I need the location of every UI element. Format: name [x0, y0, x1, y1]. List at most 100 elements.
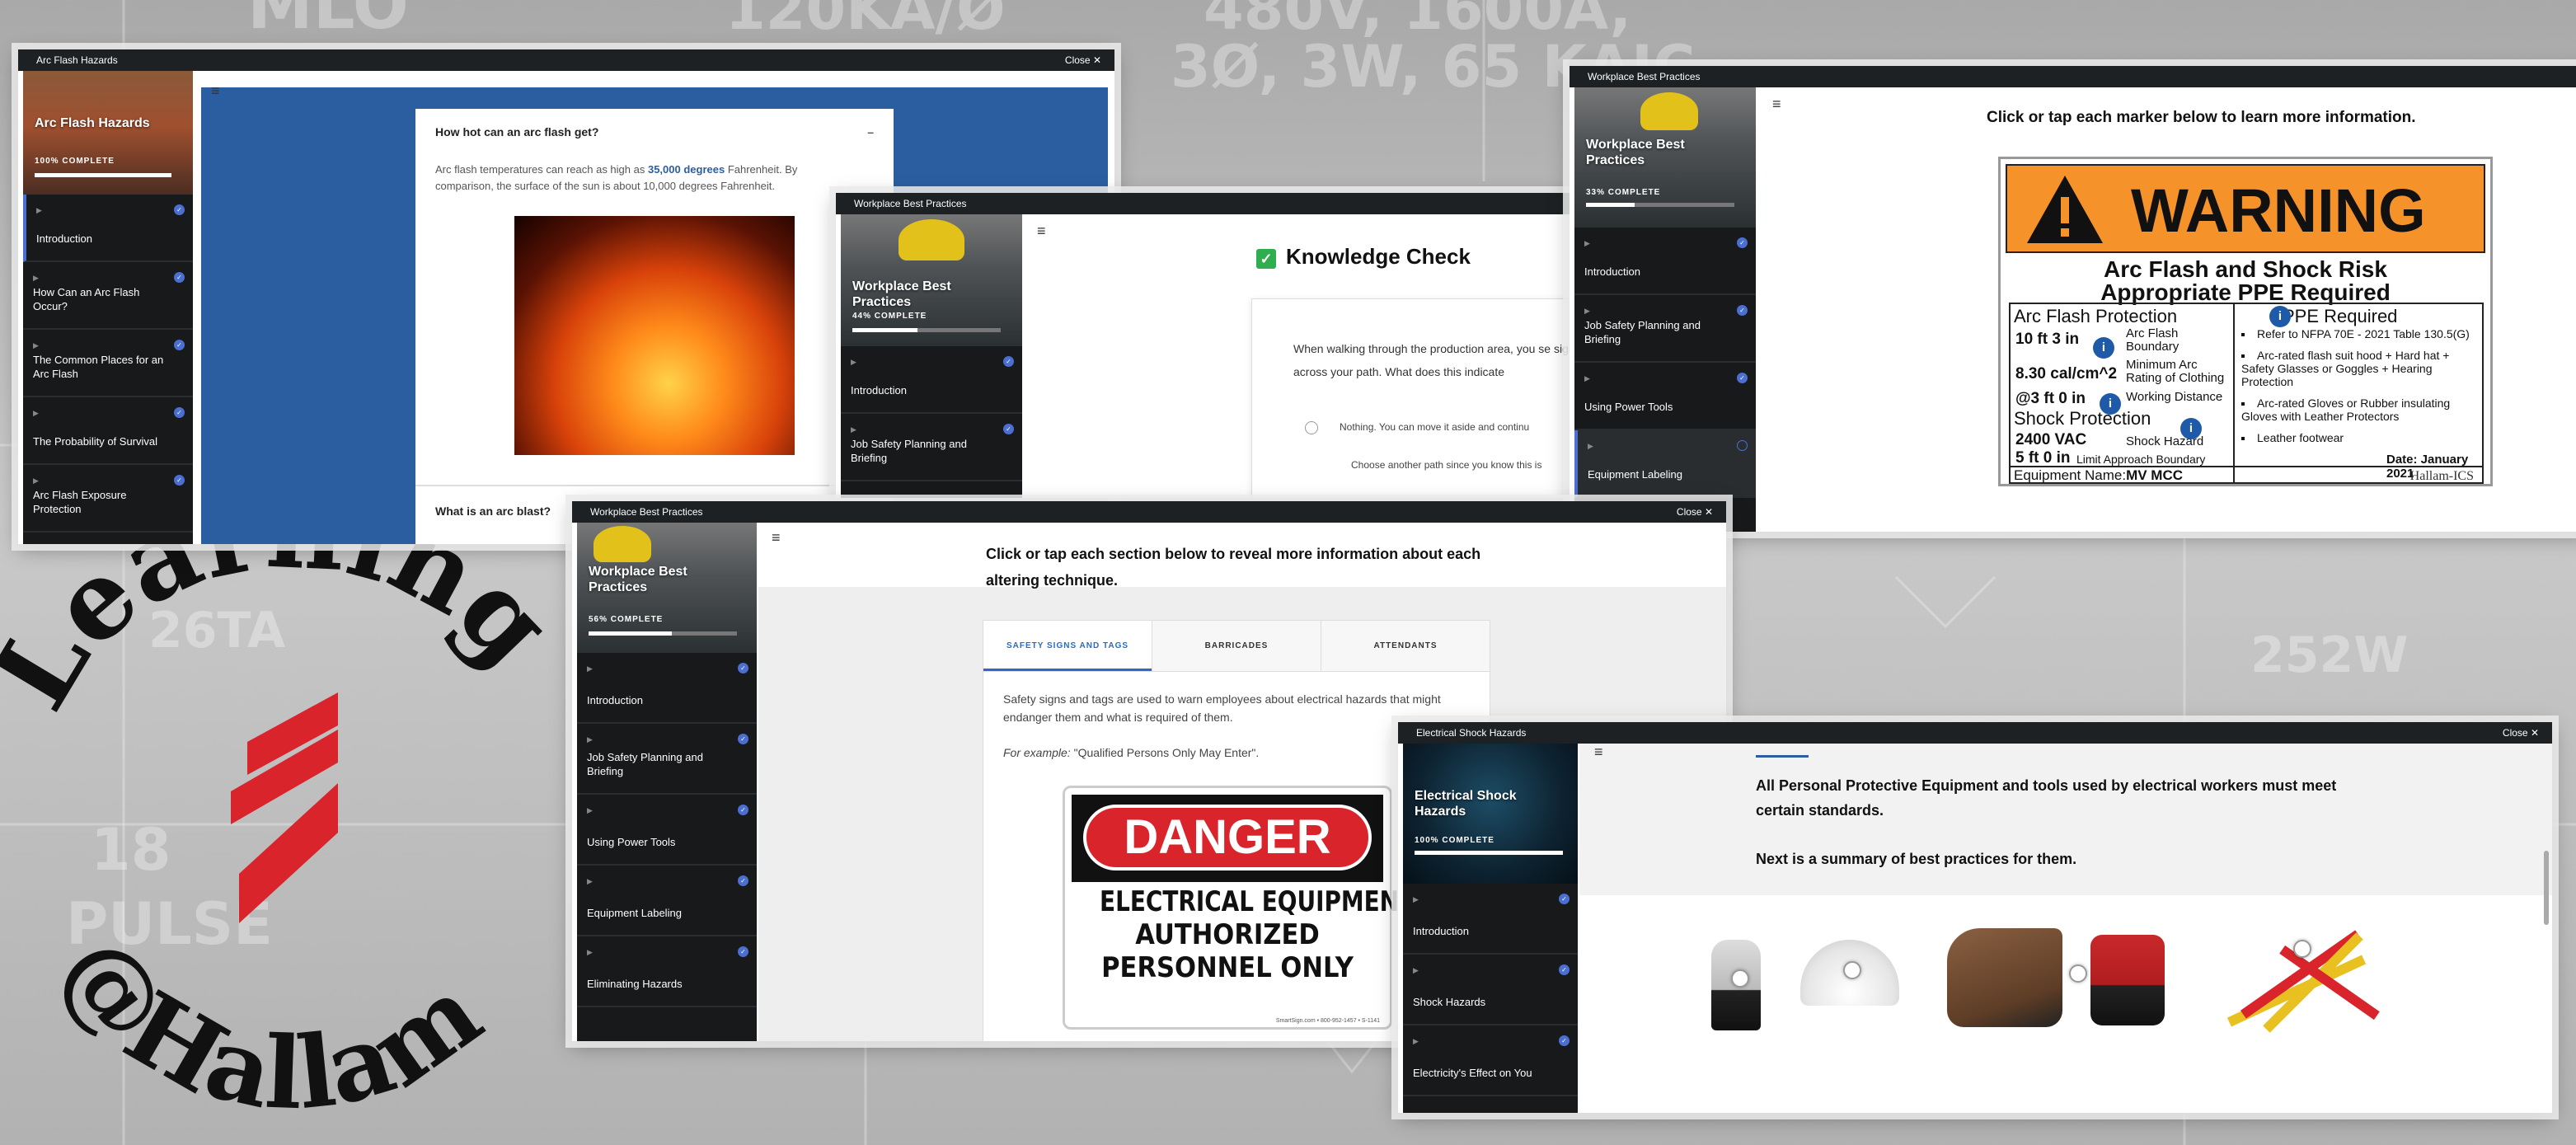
menu-item[interactable]: ▶ Using Power Tools ✓	[577, 795, 757, 866]
info-marker-icon[interactable]	[1843, 961, 1861, 979]
close-button[interactable]: Close ✕	[1677, 501, 1713, 523]
info-marker-icon[interactable]: i	[2269, 306, 2291, 327]
check-icon: ✓	[738, 805, 748, 815]
close-button[interactable]: Close ✕	[2503, 722, 2539, 744]
progress-spinner-icon	[1737, 440, 1748, 451]
course-title: Electrical Shock Hazards	[1415, 789, 1517, 819]
info-marker-icon[interactable]	[1731, 969, 1749, 988]
check-icon: ✓	[174, 272, 185, 283]
title-bar: Arc Flash Hazards Close ✕	[18, 49, 1114, 71]
check-icon: ✓	[1737, 305, 1748, 316]
check-icon: ✓	[1003, 424, 1014, 434]
arc-flash-warning-label: WARNING Arc Flash and Shock Risk Appropr…	[1998, 157, 2493, 486]
progress-bar	[589, 631, 737, 636]
bg-number: 120KA/Ø	[725, 0, 1006, 43]
rubber-boot-image	[2090, 935, 2165, 1025]
knowledge-check-window: Workplace Best Practices Workplace Best …	[836, 193, 1578, 498]
progress-bar	[1586, 203, 1734, 207]
course-title: Workplace Best Practices	[852, 279, 951, 309]
hamburger-menu-icon[interactable]: ≡	[1037, 223, 1046, 240]
question-card: When walking through the production area…	[1251, 298, 1578, 498]
tab-text: Safety signs and tags are used to warn e…	[1003, 692, 1441, 724]
course-header: Arc Flash Hazards 100% COMPLETE	[23, 71, 193, 195]
content-area: ≡ All Personal Protective Equipment and …	[1579, 744, 2552, 1113]
progress-bar	[1415, 851, 1563, 855]
check-icon: ✓	[1003, 356, 1014, 367]
instruction-text: Click or tap each marker below to learn …	[1987, 109, 2416, 126]
info-marker-icon[interactable]	[2069, 964, 2087, 983]
menu-item[interactable]: ▶ Introduction ✓	[1574, 228, 1756, 295]
hamburger-menu-icon[interactable]: ≡	[1772, 96, 1781, 113]
info-marker-icon[interactable]: i	[2093, 337, 2114, 359]
learning-hallam-logo: Learning @Hallam	[0, 495, 577, 1145]
progress-text: 33% COMPLETE	[1586, 188, 1661, 197]
hamburger-menu-icon[interactable]: ≡	[211, 82, 220, 100]
course-header: Workplace Best Practices 44% COMPLETE	[841, 214, 1022, 346]
info-marker-icon[interactable]: i	[2180, 418, 2202, 439]
info-marker-icon[interactable]	[2293, 940, 2311, 958]
course-header: Workplace Best Practices 33% COMPLETE	[1574, 87, 1756, 228]
window-title: Workplace Best Practices	[590, 506, 703, 518]
menu-item-equipment-labeling[interactable]: ▶ Equipment Labeling	[1574, 430, 1756, 498]
menu-item-introduction[interactable]: ▶ Introduction ✓	[23, 195, 193, 262]
menu-item[interactable]: ▶ Using Power Tools ✓	[1574, 363, 1756, 430]
menu-item[interactable]: ▶ Job Safety Planning and Briefing ✓	[841, 414, 1022, 481]
scrollbar[interactable]	[2544, 851, 2549, 925]
danger-sign-image: DANGER ELECTRICAL EQUIPMENT AUTHORIZED P…	[1063, 786, 1415, 1030]
title-bar: Electrical Shock Hazards Close ✕	[1398, 722, 2552, 744]
collapse-icon: –	[867, 125, 874, 138]
hamburger-menu-icon[interactable]: ≡	[1594, 744, 1603, 761]
intro-paragraph: All Personal Protective Equipment and to…	[1756, 777, 2337, 819]
answer-option[interactable]: Choose another path since you know this …	[1351, 459, 1541, 471]
menu-item[interactable]: ▶ Eliminating Hazards ✓	[577, 936, 757, 1007]
knowledge-check-heading: ✓ Knowledge Check	[1256, 244, 1471, 270]
tab-safety-signs[interactable]: SAFETY SIGNS AND TAGS	[983, 621, 1152, 671]
menu-item[interactable]: ▶ Arc Flash Exposure Protection ✓	[23, 465, 193, 533]
title-bar: Workplace Best Practices	[836, 193, 1578, 214]
checkbox-icon: ✓	[1256, 249, 1276, 269]
check-icon: ✓	[1559, 894, 1570, 904]
accordion-header[interactable]: How hot can an arc flash get? –	[435, 125, 874, 138]
electrical-shock-window: Electrical Shock Hazards Close ✕ Electric…	[1398, 722, 2552, 1113]
window-title: Electrical Shock Hazards	[1416, 727, 1527, 739]
boot-image	[1947, 928, 2062, 1027]
check-icon: ✓	[174, 340, 185, 350]
menu-item[interactable]: ▶ Job Safety Planning and Briefing ✓	[1574, 295, 1756, 363]
check-icon: ✓	[1737, 237, 1748, 248]
info-marker-icon[interactable]: i	[2100, 393, 2121, 415]
close-button[interactable]: Close ✕	[1065, 49, 1101, 71]
progress-bar	[35, 173, 171, 177]
menu-item[interactable]: ▶ Job Safety Planning and Briefing ✓	[577, 724, 757, 795]
menu-item[interactable]: ▶ Electricity's Effect on You ✓	[1403, 1025, 1578, 1096]
answer-option[interactable]: Nothing. You can move it aside and conti…	[1305, 421, 1529, 434]
example-text: For example: "Qualified Persons Only May…	[1003, 746, 1260, 759]
warning-triangle-icon	[2027, 176, 2103, 243]
menu-item[interactable]: ▶ Introduction ✓	[577, 653, 757, 724]
menu-item[interactable]: ▶ The Probability of Survival ✓	[23, 397, 193, 465]
summary-paragraph: Next is a summary of best practices for …	[1756, 851, 2077, 867]
check-icon: ✓	[738, 734, 748, 744]
menu-item[interactable]: ▶ Shock Hazards ✓	[1403, 955, 1578, 1025]
menu-item[interactable]: ▶ Equipment Labeling ✓	[577, 866, 757, 936]
check-icon: ✓	[1559, 1035, 1570, 1046]
tab-barricades[interactable]: BARRICADES	[1152, 621, 1321, 671]
course-title: Workplace Best Practices	[589, 565, 687, 594]
check-icon: ✓	[174, 407, 185, 418]
menu-item[interactable]: ▶ The Common Places for an Arc Flash ✓	[23, 330, 193, 397]
question-text: When walking through the production area…	[1293, 342, 1578, 378]
hamburger-menu-icon[interactable]: ≡	[772, 529, 781, 547]
menu-item[interactable]: ▶ How Can an Arc Flash Occur? ✓	[23, 262, 193, 330]
check-icon: ✓	[174, 475, 185, 486]
ppe-image-strip	[1579, 895, 2552, 1113]
menu-item[interactable]: ▶ Introduction ✓	[1403, 884, 1578, 955]
progress-text: 100% COMPLETE	[1415, 836, 1494, 845]
equipment-labeling-window: Workplace Best Practices Workplace Best …	[1570, 66, 2576, 532]
accordion-header-arc-blast[interactable]: What is an arc blast?	[435, 504, 551, 518]
menu-item[interactable]: ▶ Introduction ✓	[841, 346, 1022, 414]
window-title: Workplace Best Practices	[1588, 71, 1701, 82]
radio-icon	[1305, 421, 1318, 434]
window-title: Workplace Best Practices	[854, 198, 967, 209]
course-title: Workplace Best Practices	[1586, 138, 1685, 167]
tab-attendants[interactable]: ATTENDANTS	[1321, 621, 1490, 671]
check-icon: ✓	[174, 204, 185, 215]
